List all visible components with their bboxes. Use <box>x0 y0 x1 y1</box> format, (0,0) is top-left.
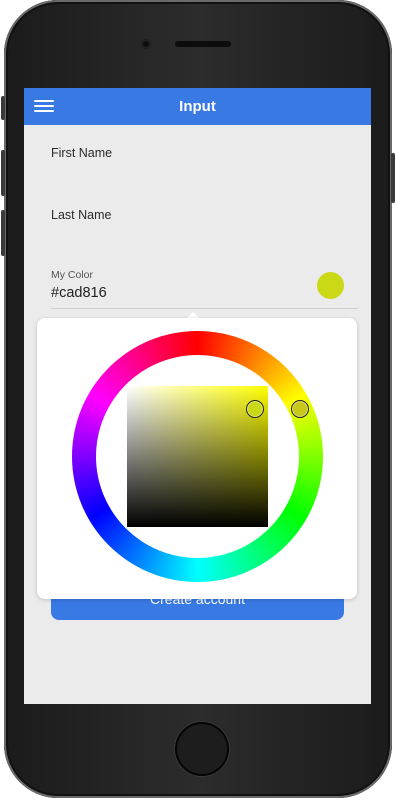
volume-down-button <box>1 210 5 256</box>
front-camera <box>141 39 151 49</box>
color-picker-popover <box>37 318 357 599</box>
app-screen: Input First Name Last Name My Color #cad… <box>24 88 371 704</box>
hue-handle[interactable] <box>291 400 309 418</box>
first-name-field[interactable]: First Name <box>51 146 112 160</box>
toolbar: Input <box>24 88 371 125</box>
color-input[interactable]: #cad816 <box>51 285 107 301</box>
saturation-value-handle[interactable] <box>246 400 264 418</box>
page-title: Input <box>179 98 216 115</box>
volume-up-button <box>1 150 5 196</box>
color-input-underline <box>51 308 358 309</box>
mute-switch <box>1 96 5 120</box>
last-name-field[interactable]: Last Name <box>51 208 111 222</box>
home-button[interactable] <box>175 722 229 776</box>
earpiece-speaker <box>175 41 231 47</box>
power-button <box>391 153 395 203</box>
color-swatch-button[interactable] <box>317 272 344 299</box>
color-field-label: My Color <box>51 269 94 281</box>
